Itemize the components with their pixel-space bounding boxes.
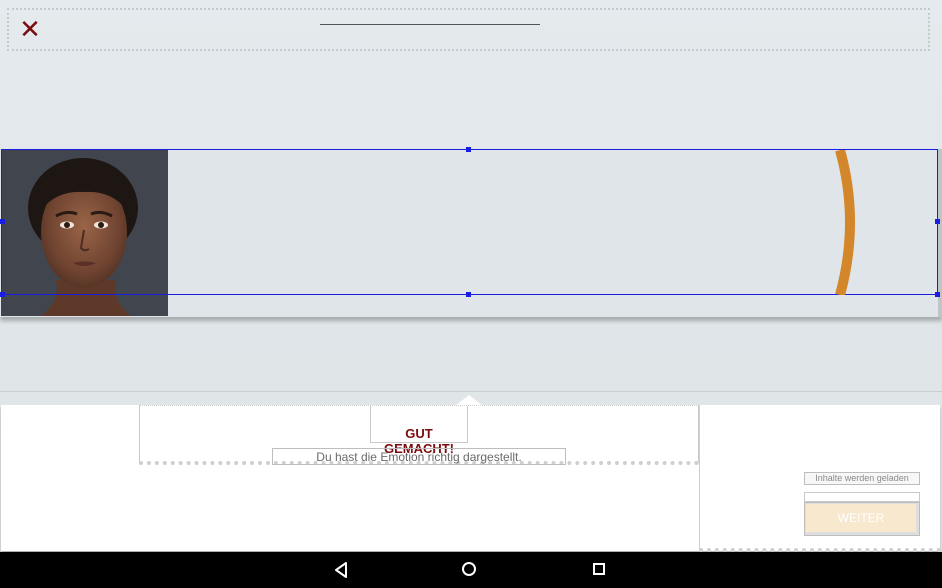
close-icon[interactable]: ✕	[18, 16, 42, 42]
header-bar	[7, 8, 930, 51]
nav-recent-icon[interactable]	[593, 563, 605, 575]
feedback-subtitle: Du hast die Emotion richtig dargestellt.	[316, 450, 522, 464]
selection-handle[interactable]	[0, 292, 5, 297]
separator	[0, 391, 942, 392]
loading-text: Inhalte werden geladen	[815, 473, 909, 483]
nav-back-icon[interactable]	[333, 561, 349, 579]
empty-field	[804, 492, 920, 502]
nav-home-icon[interactable]	[462, 562, 476, 576]
orange-arc	[835, 150, 855, 295]
selection-handle[interactable]	[935, 219, 940, 224]
selection-frame	[1, 149, 938, 295]
progress-line	[320, 24, 540, 25]
selection-handle[interactable]	[0, 219, 5, 224]
app-screen: ✕ GUT GEMACHT! Du hast die Emotion richt…	[0, 0, 942, 552]
selection-handle[interactable]	[466, 292, 471, 297]
selection-handle[interactable]	[466, 147, 471, 152]
selection-handle[interactable]	[935, 292, 940, 297]
next-button[interactable]: WEITER	[806, 504, 916, 532]
